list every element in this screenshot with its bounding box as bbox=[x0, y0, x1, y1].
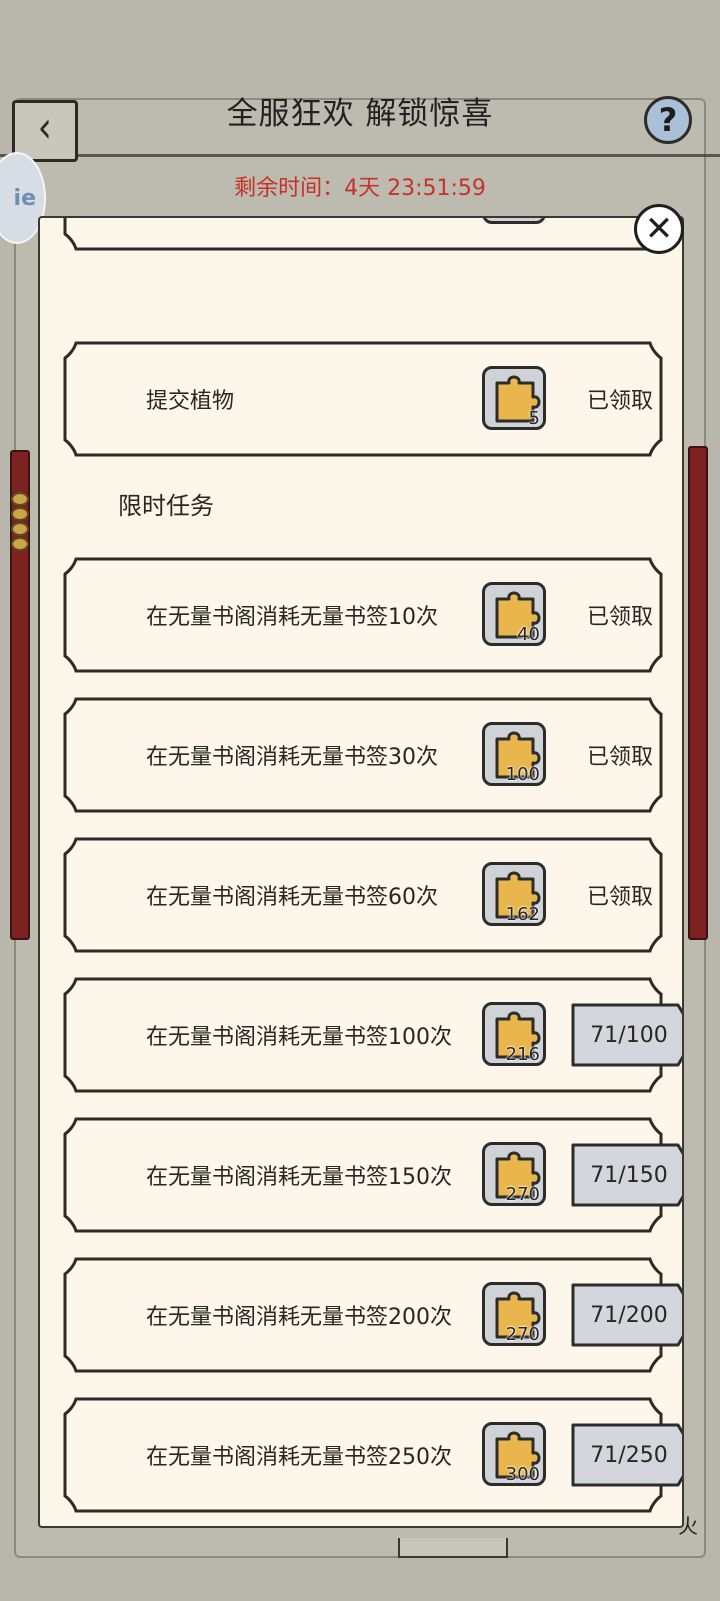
header-divider bbox=[0, 154, 720, 157]
task-modal: 限时任务 提交三叉5提交植物5已领取在无量书阁消耗无量书签10次40已领取在无量… bbox=[38, 216, 684, 1528]
progress-tag[interactable]: 71/100 bbox=[570, 1002, 682, 1068]
task-label: 在无量书阁消耗无量书签100次 bbox=[146, 1025, 452, 1050]
reward-item[interactable]: 5 bbox=[482, 218, 546, 224]
task-card: 在无量书阁消耗无量书签200次 270 71/200 bbox=[62, 1256, 682, 1374]
reward-item[interactable]: 270 bbox=[482, 1142, 546, 1206]
close-button[interactable]: ✕ bbox=[634, 204, 684, 254]
progress-tag[interactable]: 71/200 bbox=[570, 1282, 682, 1348]
task-label: 在无量书阁消耗无量书签30次 bbox=[146, 745, 438, 770]
task-label: 在无量书阁消耗无量书签60次 bbox=[146, 885, 438, 910]
reward-item[interactable]: 100 bbox=[482, 722, 546, 786]
reward-count: 300 bbox=[505, 1464, 540, 1485]
progress-text: 71/100 bbox=[590, 1022, 668, 1048]
right-scroll-rod bbox=[688, 446, 708, 940]
reward-item[interactable]: 5 bbox=[482, 366, 546, 430]
progress-text: 71/250 bbox=[590, 1442, 668, 1468]
task-card: 在无量书阁消耗无量书签250次 300 71/250 bbox=[62, 1396, 682, 1514]
progress-text: 71/150 bbox=[590, 1162, 668, 1188]
remaining-time: 剩余时间：4天 23:51:59 bbox=[234, 176, 486, 201]
task-label: 提交三叉 bbox=[146, 218, 234, 252]
task-card: 在无量书阁消耗无量书签150次 270 71/150 bbox=[62, 1116, 682, 1234]
reward-count: 100 bbox=[505, 764, 540, 785]
reward-count: 40 bbox=[517, 624, 540, 645]
help-button[interactable]: ? bbox=[644, 96, 692, 144]
reward-item[interactable]: 270 bbox=[482, 1282, 546, 1346]
reward-count: 216 bbox=[505, 1044, 540, 1065]
task-card: 在无量书阁消耗无量书签60次 162 已领取 bbox=[62, 836, 664, 954]
reward-count: 162 bbox=[505, 904, 540, 925]
task-card: 在无量书阁消耗无量书签100次 216 71/100 bbox=[62, 976, 682, 1094]
reward-item[interactable]: 162 bbox=[482, 862, 546, 926]
claimed-status: 已领取 bbox=[587, 389, 654, 414]
page-title: 全服狂欢 解锁惊喜 bbox=[226, 96, 494, 132]
reward-count: 270 bbox=[505, 1324, 540, 1345]
reward-count: 5 bbox=[528, 408, 540, 429]
task-label: 在无量书阁消耗无量书签10次 bbox=[146, 605, 438, 630]
reward-item[interactable]: 40 bbox=[482, 582, 546, 646]
task-label: 在无量书阁消耗无量书签150次 bbox=[146, 1165, 452, 1190]
task-card: 在无量书阁消耗无量书签10次 40 已领取 bbox=[62, 556, 664, 674]
task-label: 在无量书阁消耗无量书签250次 bbox=[146, 1445, 452, 1470]
progress-tag[interactable]: 71/150 bbox=[570, 1142, 682, 1208]
progress-text: 71/200 bbox=[590, 1302, 668, 1328]
progress-tag[interactable]: 71/250 bbox=[570, 1422, 682, 1488]
task-label: 在无量书阁消耗无量书签200次 bbox=[146, 1305, 452, 1330]
coin-stack-icon bbox=[11, 492, 29, 552]
reward-item[interactable]: 300 bbox=[482, 1422, 546, 1486]
close-icon: ✕ bbox=[644, 209, 674, 249]
task-card: 在无量书阁消耗无量书签30次 100 已领取 bbox=[62, 696, 664, 814]
claimed-status: 已领取 bbox=[587, 605, 654, 630]
reward-count: 5 bbox=[529, 218, 540, 223]
task-card: 提交植物 5 已领取 bbox=[62, 340, 664, 458]
bottom-plate bbox=[398, 1538, 508, 1558]
claimed-status: 已领取 bbox=[587, 885, 654, 910]
task-card: 提交三叉 5 bbox=[62, 218, 664, 252]
claimed-status: 已领取 bbox=[587, 745, 654, 770]
task-label: 提交植物 bbox=[146, 389, 235, 414]
reward-count: 270 bbox=[505, 1184, 540, 1205]
reward-item[interactable]: 216 bbox=[482, 1002, 546, 1066]
section-title-limited-tasks: 限时任务 bbox=[118, 492, 214, 520]
